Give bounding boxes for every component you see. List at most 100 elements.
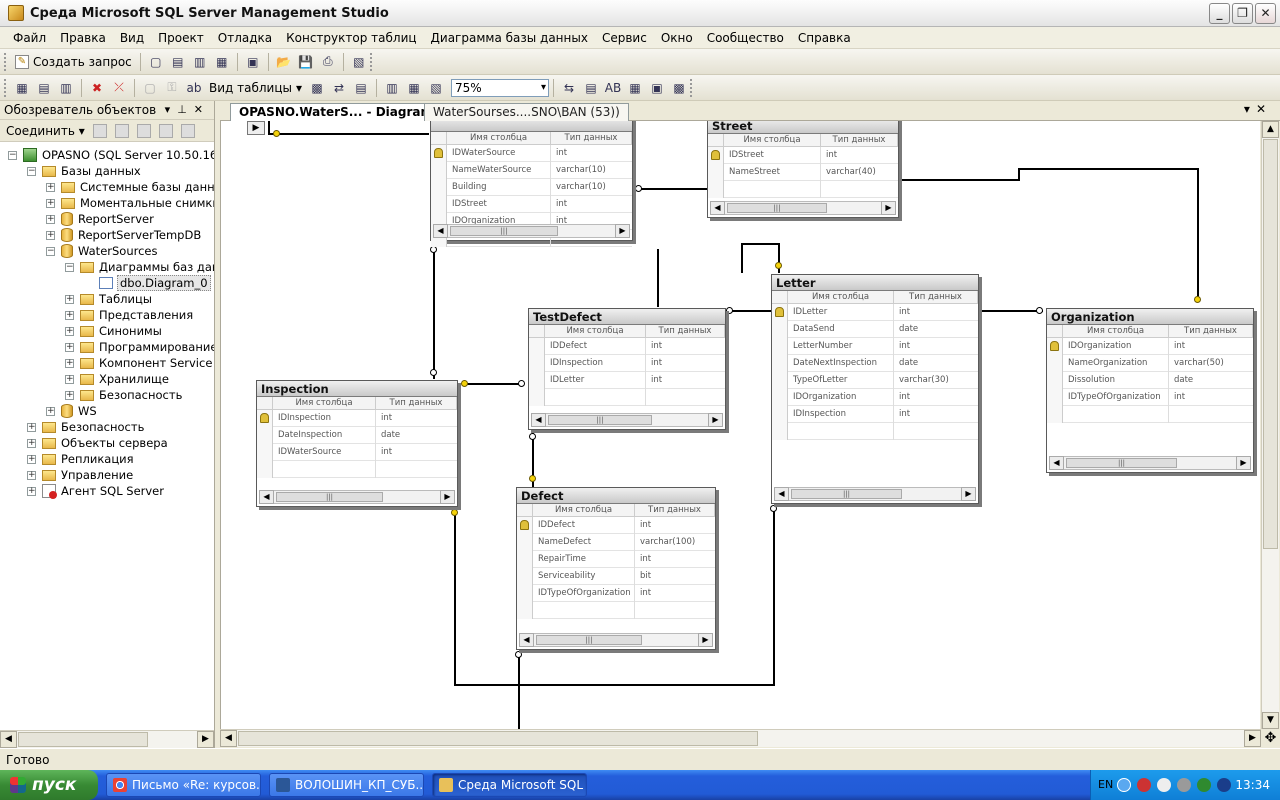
toolbar-grip[interactable]	[4, 78, 8, 97]
filter-icon[interactable]	[158, 123, 173, 138]
panel-close-icon[interactable]: ✕	[194, 103, 210, 116]
tree-node[interactable]: + Моментальные снимки ба	[46, 195, 214, 211]
row-selector[interactable]	[772, 320, 788, 338]
menu-file[interactable]: Файл	[6, 29, 53, 47]
menu-help[interactable]: Справка	[791, 29, 858, 47]
table-hscroll[interactable]: ◀ ||| ▶	[519, 633, 713, 647]
table-row[interactable]: Serviceability bit	[517, 567, 715, 585]
table-row[interactable]: Building varchar(10)	[431, 178, 632, 196]
scroll-left-icon[interactable]: ◀	[0, 731, 17, 748]
table-row[interactable]: IDDefect int	[529, 337, 725, 355]
column-name-cell[interactable]: IDWaterSource	[273, 443, 376, 461]
column-name-cell[interactable]: IDStreet	[724, 146, 821, 164]
relationship-line[interactable]	[741, 243, 779, 245]
connect-object-icon[interactable]	[92, 123, 107, 138]
tree-node[interactable]: dbo.Diagram_0	[84, 275, 211, 291]
row-selector[interactable]	[1047, 388, 1063, 406]
data-type-cell[interactable]: varchar(40)	[821, 164, 898, 181]
table-row[interactable]: IDStreet int	[431, 195, 632, 213]
collapse-icon[interactable]: −	[8, 150, 17, 160]
expand-icon[interactable]: +	[65, 358, 74, 368]
network-icon[interactable]	[1137, 778, 1151, 792]
table-hscroll[interactable]: ◀ ||| ▶	[531, 413, 723, 427]
row-selector[interactable]	[708, 163, 724, 181]
row-selector[interactable]	[431, 178, 447, 196]
data-type-cell[interactable]: int	[551, 145, 632, 162]
row-selector[interactable]	[517, 516, 533, 534]
volume-icon[interactable]	[1157, 778, 1171, 792]
table-row[interactable]: TypeOfLetter varchar(30)	[772, 371, 978, 389]
rename-icon[interactable]: ab	[184, 78, 204, 98]
clock[interactable]: 13:34	[1235, 778, 1270, 792]
menu-debug[interactable]: Отладка	[211, 29, 279, 47]
tree-node[interactable]: + Таблицы	[65, 291, 152, 307]
tree-node[interactable]: + ReportServer	[46, 211, 154, 227]
sync-icon[interactable]	[1197, 778, 1211, 792]
tree-node[interactable]: + ReportServerTempDB	[46, 227, 201, 243]
row-selector[interactable]	[529, 388, 545, 406]
data-type-cell[interactable]	[1169, 406, 1253, 423]
tab-query[interactable]: WaterSourses....SNO\BAN (53))	[424, 103, 629, 121]
table-hscroll[interactable]: ◀ ||| ▶	[259, 490, 455, 504]
expand-icon[interactable]: +	[46, 182, 55, 192]
table-title[interactable]	[431, 121, 632, 132]
toolbar-overflow-icon[interactable]	[369, 52, 374, 71]
app-tray-icon[interactable]	[1217, 778, 1231, 792]
data-type-cell[interactable]: int	[1169, 338, 1253, 355]
connect-button[interactable]: Соединить ▾	[6, 124, 85, 138]
page-breaks-icon[interactable]: ▥	[382, 78, 402, 98]
column-name-cell[interactable]: IDDefect	[533, 516, 635, 534]
tree-node[interactable]: + Компонент Service Bro	[65, 355, 214, 371]
tree-node[interactable]: + Синонимы	[65, 323, 162, 339]
table-inspection[interactable]: Inspection Имя столбца Тип данных IDInspect…	[256, 380, 458, 507]
tree-node[interactable]: + Безопасность	[65, 387, 182, 403]
table-title[interactable]: Inspection	[257, 381, 457, 397]
relationship-line[interactable]	[518, 651, 520, 729]
table-row[interactable]: NameStreet varchar(40)	[708, 163, 898, 181]
data-type-cell[interactable]: int	[894, 304, 978, 321]
relationships-icon[interactable]: ⇄	[329, 78, 349, 98]
table-row[interactable]: NameWaterSource varchar(10)	[431, 161, 632, 179]
column-name-cell[interactable]: NameDefect	[533, 533, 635, 551]
expand-icon[interactable]: +	[27, 454, 36, 464]
disconnect-icon[interactable]	[114, 123, 129, 138]
scroll-right-icon[interactable]: ▶	[881, 201, 896, 215]
add-file-icon[interactable]: ▣	[243, 52, 263, 72]
table-row[interactable]: IDOrganization int	[1047, 337, 1253, 355]
row-selector[interactable]	[257, 409, 273, 427]
table-view-dropdown[interactable]: Вид таблицы ▾	[205, 78, 306, 98]
expand-icon[interactable]: +	[27, 470, 36, 480]
column-name-cell[interactable]: Serviceability	[533, 567, 635, 585]
menu-table-designer[interactable]: Конструктор таблиц	[279, 29, 423, 47]
column-name-cell[interactable]: Building	[447, 178, 551, 196]
scroll-right-icon[interactable]: ▶	[698, 633, 713, 647]
table-row[interactable]: Dissolution date	[1047, 371, 1253, 389]
diagram-hscroll[interactable]: ◀ ▶	[220, 729, 1261, 747]
relationship-line[interactable]	[1018, 168, 1198, 170]
tree-node[interactable]: + Управление	[27, 467, 133, 483]
taskbar-item-ssms[interactable]: Среда Microsoft SQL ...	[432, 773, 587, 797]
expand-icon[interactable]: +	[46, 198, 55, 208]
delete-table-icon[interactable]: ✖	[87, 78, 107, 98]
scroll-thumb[interactable]	[1263, 139, 1278, 549]
pin-icon[interactable]: ⊥	[177, 103, 194, 116]
taskbar-item-word[interactable]: ВОЛОШИН_КП_СУБ...	[269, 773, 424, 797]
menu-project[interactable]: Проект	[151, 29, 211, 47]
scroll-right-icon[interactable]: ▶	[1236, 456, 1251, 470]
taskbar-item-chrome[interactable]: Письмо «Re: курсов...	[106, 773, 261, 797]
check-constraints-icon[interactable]: ▩	[669, 78, 689, 98]
menu-tools[interactable]: Сервис	[595, 29, 654, 47]
row-selector[interactable]	[517, 567, 533, 585]
row-selector[interactable]	[529, 371, 545, 389]
pan-icon[interactable]: ✥	[1261, 729, 1280, 747]
column-name-cell[interactable]: NameStreet	[724, 163, 821, 181]
row-selector[interactable]	[772, 371, 788, 389]
column-name-cell[interactable]: DateNextInspection	[788, 354, 894, 372]
refresh-icon[interactable]	[180, 123, 195, 138]
column-name-cell[interactable]: IDInspection	[273, 409, 376, 427]
table-row[interactable]: NameOrganization varchar(50)	[1047, 354, 1253, 372]
remove-from-diagram-icon[interactable]: ⤫	[109, 78, 129, 98]
table-organization[interactable]: Organization Имя столбца Тип данных IDOrgan…	[1046, 308, 1254, 473]
tree-node[interactable]: − WaterSources	[46, 243, 157, 259]
scroll-left-icon[interactable]: ◀	[259, 490, 274, 504]
